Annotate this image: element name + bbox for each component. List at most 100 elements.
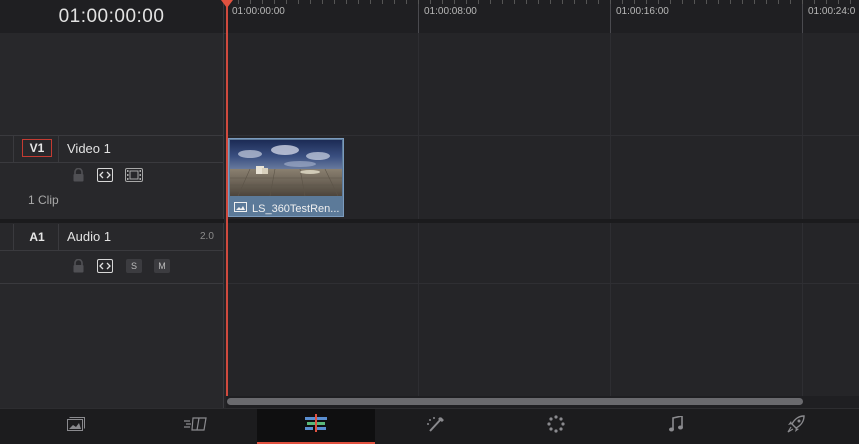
ruler-tick: [418, 0, 419, 4]
video-track-badge[interactable]: V1: [22, 139, 52, 157]
ruler-tick: [430, 0, 431, 4]
cut-page-button[interactable]: [137, 409, 255, 444]
ruler-tick: [514, 0, 515, 4]
ruler-tick: [394, 0, 395, 4]
ruler-tick: [586, 0, 587, 4]
ruler-tick: [286, 0, 287, 4]
video-track-name[interactable]: Video 1: [67, 141, 111, 156]
gridline: [418, 33, 419, 396]
ruler-tick: [310, 0, 311, 4]
clip-name: LS_360TestRen...: [252, 202, 340, 215]
ruler-tick: [838, 0, 839, 4]
color-page-icon: [547, 415, 565, 438]
ruler-tick: [442, 0, 443, 4]
ruler-tick: [730, 0, 731, 4]
track-divider: [0, 250, 224, 251]
ruler-tick: [658, 0, 659, 4]
ruler-tick: [262, 0, 263, 4]
audio-track-name[interactable]: Audio 1: [67, 229, 111, 244]
clip-count: 1 Clip: [28, 193, 59, 207]
ruler-tick: [574, 0, 575, 4]
ruler-label: 01:00:00:00: [232, 6, 285, 17]
ruler-tick: [238, 0, 239, 4]
audio-track-badge[interactable]: A1: [22, 228, 52, 246]
solo-button[interactable]: S: [126, 259, 142, 273]
ruler-tick: [334, 0, 335, 4]
music-note-icon: [669, 415, 683, 437]
auto-track-select-icon[interactable]: [97, 168, 113, 182]
ruler-tick: [250, 0, 251, 4]
mute-button[interactable]: M: [154, 259, 170, 273]
video-audio-divider: [226, 219, 859, 223]
ruler-tick: [694, 0, 695, 4]
lock-icon[interactable]: [72, 258, 85, 278]
clip-thumbnail: [230, 140, 342, 196]
track-divider: [0, 135, 224, 136]
ruler-tick: [274, 0, 275, 4]
fairlight-page-button[interactable]: [617, 409, 735, 444]
disable-video-track-icon[interactable]: [125, 168, 143, 187]
ruler-tick: [490, 0, 491, 4]
track-divider: [226, 283, 859, 284]
ruler-tick: [682, 0, 683, 4]
edit-page-icon: [303, 414, 329, 437]
ruler-tick: [562, 0, 563, 4]
lock-icon[interactable]: [72, 167, 85, 187]
track-divider: [0, 162, 224, 163]
ruler-tick: [670, 0, 671, 4]
ruler-tick: [754, 0, 755, 4]
media-page-button[interactable]: [17, 409, 135, 444]
header-separator: [13, 224, 14, 250]
ruler-major-tick: [418, 0, 419, 33]
header-separator: [58, 224, 59, 250]
ruler-tick: [526, 0, 527, 4]
ruler-tick: [370, 0, 371, 4]
color-page-button[interactable]: [497, 409, 615, 444]
ruler-tick: [382, 0, 383, 4]
playhead-marker[interactable]: [221, 0, 233, 8]
rocket-icon: [787, 415, 805, 438]
gridline: [610, 33, 611, 396]
ruler-tick: [634, 0, 635, 4]
ruler-tick: [502, 0, 503, 4]
gridline: [802, 33, 803, 396]
ruler-tick: [802, 0, 803, 4]
ruler-tick: [298, 0, 299, 4]
media-page-icon: [67, 417, 85, 436]
track-divider: [0, 283, 224, 284]
ruler-tick: [610, 0, 611, 4]
ruler-tick: [622, 0, 623, 4]
ruler-label: 01:00:16:00: [616, 6, 669, 17]
ruler-tick: [358, 0, 359, 4]
ruler-tick: [646, 0, 647, 4]
video-audio-divider: [0, 219, 224, 223]
ruler-tick: [826, 0, 827, 4]
ruler-tick: [814, 0, 815, 4]
header-separator: [58, 136, 59, 162]
ruler-tick: [790, 0, 791, 4]
ruler-tick: [454, 0, 455, 4]
fusion-page-button[interactable]: [377, 409, 495, 444]
ruler-tick: [538, 0, 539, 4]
ruler-tick: [550, 0, 551, 4]
scrollbar-thumb[interactable]: [227, 398, 803, 405]
ruler-tick: [322, 0, 323, 4]
ruler-tick: [466, 0, 467, 4]
header-separator: [13, 136, 14, 162]
track-divider: [226, 135, 859, 136]
ruler-tick: [766, 0, 767, 4]
ruler-tick: [478, 0, 479, 4]
deliver-page-button[interactable]: [737, 409, 855, 444]
cut-page-icon: [184, 417, 208, 436]
audio-channel-format: 2.0: [200, 231, 214, 242]
video-clip[interactable]: LS_360TestRen...: [228, 138, 344, 217]
clip-label: LS_360TestRen...: [234, 202, 339, 215]
timecode-display[interactable]: 01:00:00:00: [0, 0, 224, 33]
ruler-tick: [742, 0, 743, 4]
playhead-line[interactable]: [226, 0, 228, 396]
auto-track-select-icon[interactable]: [97, 259, 113, 273]
edit-page-button[interactable]: [257, 409, 375, 444]
ruler-tick: [718, 0, 719, 4]
ruler-label: 01:00:24:0: [808, 6, 856, 17]
ruler-tick: [406, 0, 407, 4]
